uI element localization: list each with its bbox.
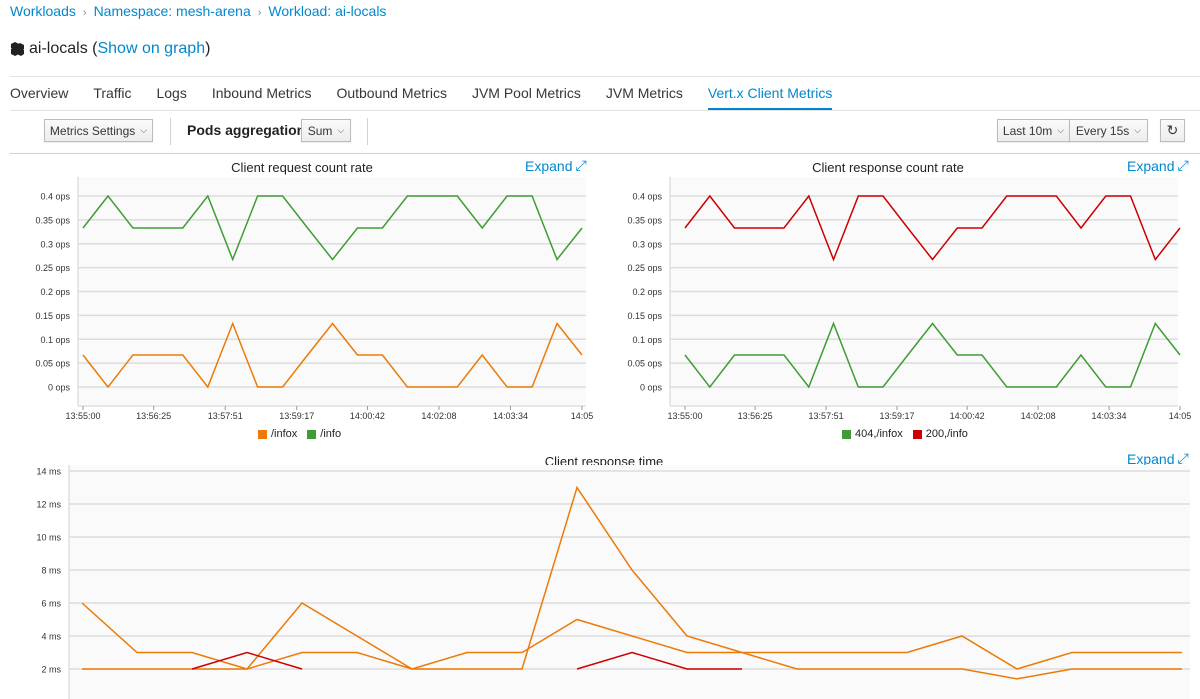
y-tick-label: 12 ms <box>36 500 61 510</box>
response-time-chart: 2 ms 4 ms 6 ms 8 ms 10 ms 12 ms 14 ms <box>36 465 1190 699</box>
y-tick-label: 6 ms <box>41 599 61 609</box>
plot-area <box>69 465 1190 699</box>
y-tick-label: 2 ms <box>41 665 61 675</box>
y-tick-label: 8 ms <box>41 566 61 576</box>
y-tick-label: 4 ms <box>41 632 61 642</box>
y-tick-label: 14 ms <box>36 467 61 477</box>
y-tick-label: 10 ms <box>36 533 61 543</box>
